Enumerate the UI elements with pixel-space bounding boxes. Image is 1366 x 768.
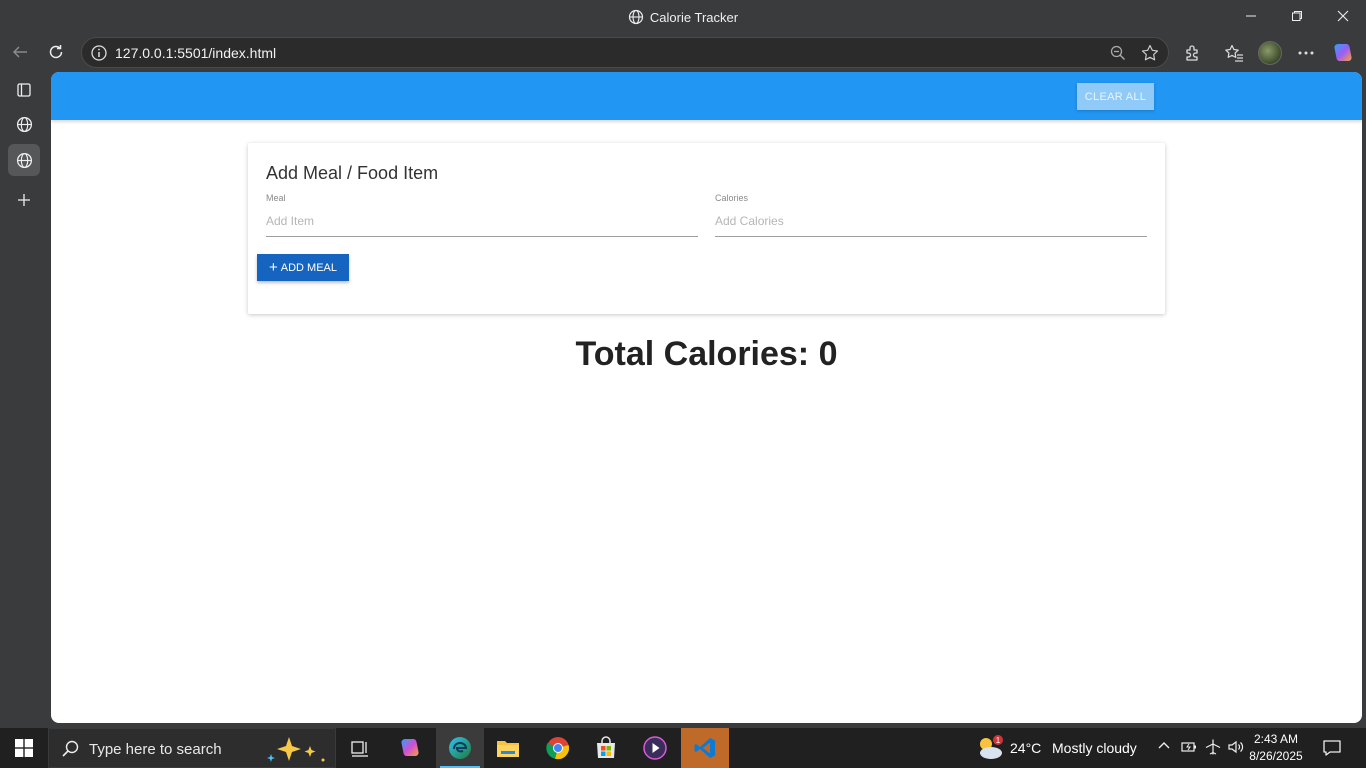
start-button[interactable] (0, 728, 48, 768)
meal-field: Meal (266, 193, 698, 237)
clock-time: 2:43 AM (1253, 732, 1299, 746)
copilot-button[interactable] (1330, 40, 1356, 66)
notification-icon[interactable] (1322, 738, 1342, 763)
favorites-list-icon (1225, 44, 1243, 62)
sparkle-icon (265, 734, 327, 768)
media-player-button[interactable] (631, 728, 679, 768)
extensions-button[interactable] (1180, 40, 1206, 66)
copilot-app-button[interactable] (386, 728, 434, 768)
store-app-button[interactable] (582, 728, 630, 768)
airplane-mode-icon[interactable] (1204, 738, 1222, 761)
window-title: Calorie Tracker (0, 9, 1366, 28)
globe-icon (628, 9, 644, 28)
restore-icon (1292, 11, 1302, 21)
meal-label: Meal (266, 193, 286, 203)
calories-field: Calories (715, 193, 1147, 237)
browser-title-bar: Calorie Tracker (0, 0, 1366, 34)
add-meal-label: ADD MEAL (280, 261, 337, 274)
volume-icon[interactable] (1227, 738, 1245, 761)
weather-condition: Mostly cloudy (1052, 740, 1137, 756)
folder-icon (497, 741, 519, 757)
tab-globe-active[interactable] (8, 144, 40, 176)
site-info-icon[interactable] (90, 44, 108, 67)
tab-globe-1[interactable] (8, 108, 40, 140)
weather-temp: 24°C (1010, 740, 1042, 756)
edge-icon (449, 737, 471, 759)
globe-icon (16, 152, 32, 168)
card-title: Add Meal / Food Item (266, 163, 439, 183)
close-icon (1337, 10, 1349, 22)
chrome-icon (546, 737, 569, 760)
zoom-out-icon[interactable] (1109, 44, 1127, 67)
page-viewport: CLEAR ALL Add Meal / Food Item Meal Calo… (51, 72, 1362, 723)
minimize-icon (1246, 15, 1256, 17)
globe-icon (16, 116, 32, 132)
chevron-up-icon[interactable] (1156, 738, 1172, 759)
address-bar[interactable]: 127.0.0.1:5501/index.html (81, 37, 1169, 68)
task-view-icon (351, 741, 368, 757)
vscode-icon (694, 738, 715, 758)
app-navbar: CLEAR ALL (51, 72, 1362, 120)
refresh-button[interactable] (40, 38, 72, 66)
more-dots-icon (1298, 51, 1314, 55)
copilot-icon (1334, 44, 1352, 61)
profile-avatar[interactable] (1258, 41, 1282, 65)
tab-actions-button[interactable] (8, 74, 40, 106)
puzzle-icon (1186, 45, 1198, 61)
search-icon (61, 739, 81, 764)
total-calories: Total Calories: 0 (575, 335, 838, 373)
plus-icon (18, 194, 30, 206)
favorite-star-icon[interactable] (1140, 43, 1160, 68)
new-tab-button[interactable] (8, 184, 40, 216)
add-meal-card: Add Meal / Food Item Meal Calories + ADD… (248, 143, 1165, 314)
minimize-button[interactable] (1228, 0, 1274, 32)
tab-panel-icon (17, 83, 31, 97)
calories-input[interactable] (715, 211, 1147, 237)
window-title-text: Calorie Tracker (649, 10, 739, 25)
more-options-button[interactable] (1293, 40, 1319, 66)
search-placeholder: Type here to search (89, 741, 222, 758)
cloud-moon-icon: 1 (980, 735, 1003, 759)
meal-input[interactable] (266, 211, 698, 237)
favorites-button[interactable] (1221, 40, 1247, 66)
taskbar: Type here to search 1 24°C Mostly cloudy (0, 728, 1366, 768)
taskbar-clock[interactable]: 2:43 AM 8/26/2025 (1245, 731, 1307, 765)
close-button[interactable] (1320, 0, 1366, 32)
windows-logo-icon (15, 739, 33, 757)
url-text[interactable]: 127.0.0.1:5501/index.html (115, 45, 276, 61)
arrow-left-icon (12, 46, 27, 58)
vscode-app-button[interactable] (681, 728, 729, 768)
chrome-app-button[interactable] (534, 728, 582, 768)
refresh-icon (49, 45, 63, 59)
back-button[interactable] (4, 38, 36, 66)
weather-badge: 1 (996, 736, 1001, 745)
store-icon (597, 736, 615, 758)
taskbar-search[interactable]: Type here to search (48, 728, 336, 768)
calories-label: Calories (715, 193, 749, 203)
edge-app-button[interactable] (436, 728, 484, 768)
restore-button[interactable] (1274, 0, 1320, 32)
file-explorer-button[interactable] (484, 728, 532, 768)
plus-icon: + (268, 259, 278, 276)
clear-all-button[interactable]: CLEAR ALL (1077, 83, 1154, 110)
battery-icon[interactable] (1180, 738, 1198, 761)
media-player-icon (643, 736, 667, 760)
clock-date: 8/26/2025 (1249, 749, 1303, 763)
add-meal-button[interactable]: + ADD MEAL (257, 254, 349, 281)
task-view-button[interactable] (336, 728, 384, 768)
copilot-icon (401, 739, 419, 756)
weather-widget[interactable]: 1 24°C Mostly cloudy (975, 734, 1137, 767)
